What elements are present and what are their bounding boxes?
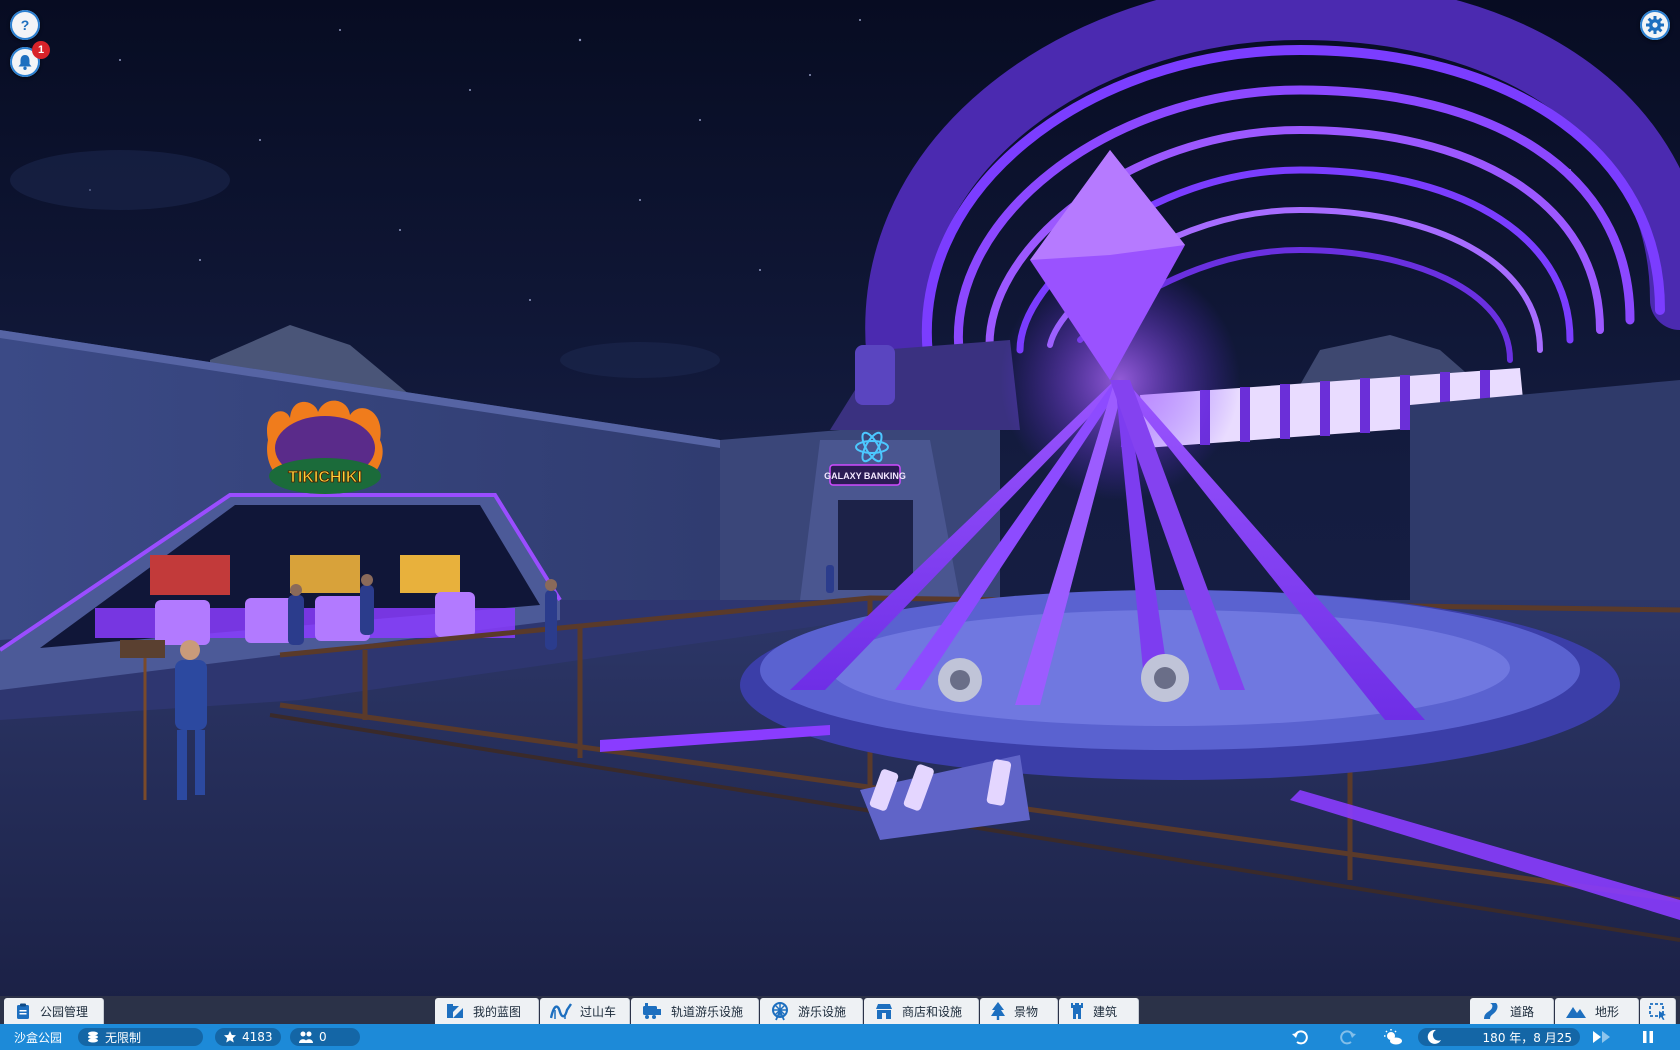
tab-tracked-rides-label: 轨道游乐设施 [671,1004,744,1019]
money-value: 无限制 [105,1030,142,1045]
selection-icon [1649,1003,1666,1020]
tab-coasters-label: 过山车 [580,1004,617,1019]
settings-button[interactable] [1640,10,1670,40]
coins-icon [88,1031,98,1043]
status-bar: 沙盒公园 无限制 4183 0 180 年，8 月25 [0,1024,1680,1050]
undo-button[interactable] [1290,1027,1310,1047]
tab-flat-rides[interactable]: 游乐设施 [760,998,863,1024]
shop-icon [876,1004,892,1019]
coaster-icon [550,1003,572,1019]
weather-button[interactable] [1383,1027,1403,1047]
galaxy-banking-sign: GALAXY BANKING [824,471,906,481]
park-name-button[interactable]: 沙盒公园 [14,1024,62,1050]
right-building [1410,380,1680,620]
park-scene-viewport[interactable]: GALAXY BANKING TIKICHIKI [0,0,1680,1050]
tab-paths[interactable]: 道路 [1470,998,1554,1024]
tab-shops-facilities[interactable]: 商店和设施 [864,998,979,1024]
tikichiki-label: TIKICHIKI [288,469,362,486]
weather-icon [1384,1029,1402,1045]
moon-icon [1427,1029,1441,1044]
tab-shops-facilities-label: 商店和设施 [902,1004,963,1019]
pause-icon [1643,1031,1653,1043]
park-name: 沙盒公园 [14,1030,63,1045]
tab-buildings[interactable]: 建筑 [1059,998,1139,1024]
guest-count-value: 0 [319,1030,327,1044]
tab-tracked-rides[interactable]: 轨道游乐设施 [631,998,759,1024]
money-display[interactable]: 无限制 [78,1028,203,1046]
tab-terrain-label: 地形 [1595,1004,1620,1019]
tab-coasters[interactable]: 过山车 [540,998,630,1024]
tab-terrain[interactable]: 地形 [1555,998,1639,1024]
date-display[interactable]: 180 年，8 月25 [1418,1028,1580,1046]
help-icon: ? [21,17,30,33]
train-icon [643,1003,661,1019]
star-icon [224,1031,236,1043]
undo-icon [1292,1030,1308,1045]
game-speed-button[interactable] [1590,1027,1616,1047]
tab-buildings-label: 建筑 [1093,1004,1118,1019]
tower-icon [1071,1003,1083,1019]
tab-scenery-label: 景物 [1014,1004,1039,1019]
svg-text:?: ? [21,17,30,33]
date-value: 180 年，8 月25 [1482,1030,1572,1045]
pause-button[interactable] [1638,1027,1658,1047]
redo-icon [1340,1030,1356,1045]
bell-icon [18,55,32,70]
clipboard-icon [17,1003,29,1019]
path-icon [1484,1003,1498,1019]
gear-icon [1646,16,1664,34]
park-management-tab[interactable]: 公园管理 [4,998,104,1024]
ferris-wheel-icon [772,1002,788,1021]
terrain-icon [1566,1007,1586,1018]
park-management-label: 公园管理 [40,1004,89,1019]
blueprint-icon [447,1004,463,1018]
guest-count-display[interactable]: 0 [290,1028,360,1046]
notification-button[interactable]: 1 [10,41,50,77]
tab-flat-rides-label: 游乐设施 [798,1004,847,1019]
fast-forward-icon [1593,1031,1610,1043]
selection-tool-button[interactable] [1640,998,1676,1024]
tab-scenery[interactable]: 景物 [980,998,1058,1024]
tab-blueprints[interactable]: 我的蓝图 [435,998,539,1024]
tikichiki-sign: TIKICHIKI [267,400,383,494]
park-rating-value: 4183 [242,1030,273,1044]
park-rating-display[interactable]: 4183 [215,1028,281,1046]
tree-icon [991,1002,1005,1020]
notification-count-badge: 1 [32,41,50,59]
tab-paths-label: 道路 [1510,1004,1535,1019]
help-button[interactable]: ? [10,10,40,40]
tab-blueprints-label: 我的蓝图 [473,1004,522,1019]
guests-icon [299,1031,313,1043]
redo-button[interactable] [1338,1027,1358,1047]
